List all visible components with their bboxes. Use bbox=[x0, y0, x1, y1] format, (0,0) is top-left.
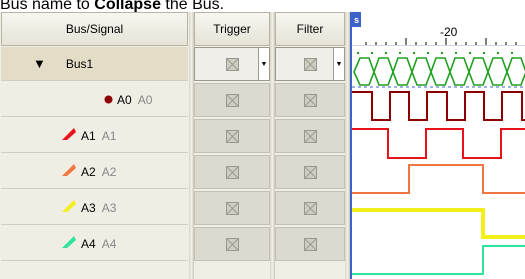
filter-dropdown-arrow-icon[interactable]: ▼ bbox=[333, 48, 344, 80]
signal-name: A4 bbox=[81, 236, 96, 251]
signal-row-a3[interactable]: A3 A3 bbox=[0, 190, 350, 226]
trigger-column-header[interactable]: Trigger bbox=[194, 12, 270, 46]
probe-dot-icon bbox=[104, 93, 113, 107]
logic-analyzer-panel: Bus/Signal Trigger Filter ▼ Bus1 ▼ ▼ A0 … bbox=[0, 12, 525, 279]
filter-dontcare-icon bbox=[303, 237, 317, 251]
signal-alias: A0 bbox=[137, 92, 153, 107]
waveform-traces bbox=[352, 38, 525, 275]
signal-filter-cell[interactable] bbox=[275, 191, 345, 225]
bus-signal-column-header[interactable]: Bus/Signal bbox=[1, 12, 188, 46]
signal-trigger-cell[interactable] bbox=[194, 83, 270, 117]
bus-name[interactable]: Bus1 bbox=[66, 57, 93, 71]
trigger-dropdown-arrow-icon[interactable]: ▼ bbox=[258, 48, 269, 80]
signal-row-a2[interactable]: A2 A2 bbox=[0, 154, 350, 190]
signal-row-a1[interactable]: A1 A1 bbox=[0, 118, 350, 154]
signal-row-a4[interactable]: A4 A4 bbox=[0, 226, 350, 262]
signal-trigger-cell[interactable] bbox=[194, 155, 270, 189]
signal-name-cell[interactable]: A3 A3 bbox=[1, 191, 188, 225]
signal-filter-cell[interactable] bbox=[275, 155, 345, 189]
waveform-display[interactable]: s -20 bbox=[350, 12, 525, 279]
trigger-dontcare-icon bbox=[225, 129, 239, 143]
bus-name-cell[interactable]: ▼ Bus1 bbox=[1, 47, 188, 81]
trigger-dontcare-icon bbox=[225, 165, 239, 179]
collapse-triangle-icon[interactable]: ▼ bbox=[33, 56, 46, 71]
column-separator[interactable] bbox=[189, 12, 194, 279]
filter-dontcare-icon bbox=[303, 165, 317, 179]
filter-column-header[interactable]: Filter bbox=[275, 12, 345, 46]
filter-dontcare-icon bbox=[303, 57, 317, 71]
probe-yellow-icon bbox=[61, 199, 77, 216]
signal-row-a0[interactable]: A0 A0 bbox=[0, 82, 350, 118]
probe-orange-icon bbox=[61, 163, 77, 180]
signal-name-cell[interactable]: A0 A0 bbox=[1, 83, 188, 117]
signal-alias: A4 bbox=[101, 236, 117, 251]
signal-filter-cell[interactable] bbox=[275, 119, 345, 153]
filter-dontcare-icon bbox=[303, 93, 317, 107]
signal-trigger-cell[interactable] bbox=[194, 191, 270, 225]
signal-name: A0 bbox=[117, 92, 132, 107]
signal-name: A2 bbox=[81, 164, 96, 179]
signal-alias: A1 bbox=[101, 128, 117, 143]
trigger-dontcare-icon bbox=[225, 93, 239, 107]
signal-trigger-cell[interactable] bbox=[194, 227, 270, 261]
signal-name-cell[interactable]: A4 A4 bbox=[1, 227, 188, 261]
bus-trigger-cell[interactable]: ▼ bbox=[194, 47, 270, 81]
signal-alias: A2 bbox=[101, 164, 117, 179]
filter-dontcare-icon bbox=[303, 129, 317, 143]
trigger-dontcare-icon bbox=[225, 237, 239, 251]
trigger-dontcare-icon bbox=[225, 57, 239, 71]
signal-alias: A3 bbox=[101, 200, 117, 215]
probe-green-icon bbox=[61, 235, 77, 252]
signal-trigger-cell[interactable] bbox=[194, 119, 270, 153]
bus-filter-cell[interactable]: ▼ bbox=[275, 47, 345, 81]
probe-red-icon bbox=[61, 127, 77, 144]
signal-name: A1 bbox=[81, 128, 96, 143]
column-separator[interactable] bbox=[270, 12, 275, 279]
filter-dontcare-icon bbox=[303, 201, 317, 215]
signal-name-cell[interactable]: A2 A2 bbox=[1, 155, 188, 189]
signal-name-cell[interactable]: A1 A1 bbox=[1, 119, 188, 153]
bus-row[interactable]: ▼ Bus1 ▼ ▼ bbox=[0, 46, 350, 82]
trigger-dontcare-icon bbox=[225, 201, 239, 215]
signal-name: A3 bbox=[81, 200, 96, 215]
signal-filter-cell[interactable] bbox=[275, 83, 345, 117]
signal-filter-cell[interactable] bbox=[275, 227, 345, 261]
